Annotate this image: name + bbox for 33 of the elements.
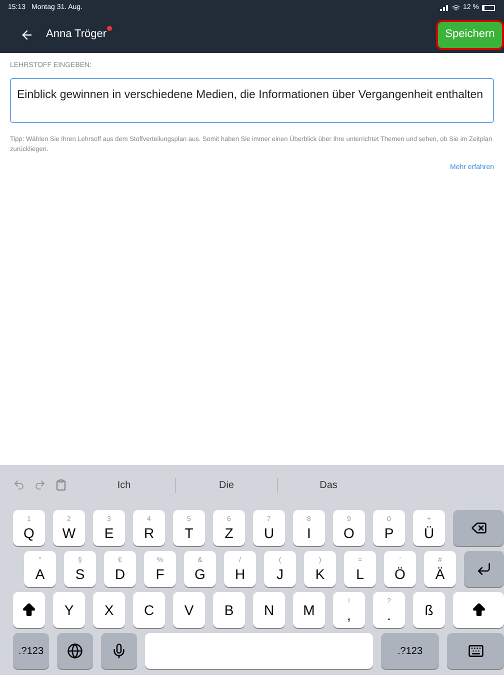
keyboard-key[interactable]: X — [93, 592, 125, 628]
return-key[interactable] — [464, 551, 504, 587]
hide-keyboard-key[interactable] — [447, 633, 504, 669]
shift-icon — [21, 602, 37, 618]
keyboard-icon — [468, 643, 484, 659]
backspace-icon — [470, 520, 486, 536]
word-suggestion[interactable]: Die — [218, 478, 234, 492]
shift-icon — [470, 602, 486, 618]
keyboard-key[interactable]: C — [133, 592, 165, 628]
backspace-key[interactable] — [453, 510, 504, 546]
globe-key[interactable] — [57, 633, 93, 669]
wifi-icon — [452, 4, 460, 12]
keyboard-key[interactable]: Y — [53, 592, 85, 628]
battery-icon — [482, 5, 496, 11]
numbers-key[interactable]: .?123 — [381, 633, 439, 669]
microphone-icon — [111, 643, 127, 659]
dictation-key[interactable] — [101, 633, 137, 669]
keyboard-key[interactable]: M — [293, 592, 325, 628]
input-field[interactable]: Einblick gewinnen in verschiedene Medien, die Informationen über Vergangenheit enthalten — [10, 78, 494, 122]
word-suggestion[interactable]: Ich — [117, 478, 131, 492]
numbers-key[interactable]: .?123 — [13, 633, 49, 669]
shift-key[interactable] — [13, 592, 45, 628]
return-icon — [476, 561, 492, 577]
keyboard-key[interactable]: V — [173, 592, 205, 628]
globe-icon — [67, 643, 83, 659]
shift-key[interactable] — [453, 592, 504, 628]
keyboard-key[interactable]: ß — [413, 592, 445, 628]
contact-name: Anna Tröger — [46, 27, 107, 42]
keyboard-key[interactable]: N — [253, 592, 285, 628]
word-suggestion[interactable]: Das — [320, 478, 338, 492]
paste-icon[interactable] — [55, 479, 67, 491]
signal-icon — [440, 5, 450, 11]
keyboard-key[interactable]: B — [213, 592, 245, 628]
